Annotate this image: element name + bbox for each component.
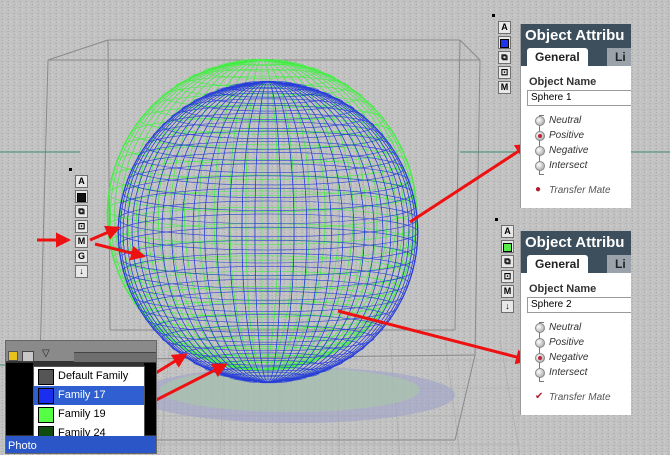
radio-icon bbox=[535, 146, 545, 156]
radio-label: Neutral bbox=[549, 115, 582, 126]
boolean-mode-group: Neutral Positive Negative Intersect bbox=[535, 113, 631, 175]
radio-label: Neutral bbox=[549, 322, 582, 333]
radio-label: Intersect bbox=[549, 367, 588, 378]
radio-icon bbox=[535, 116, 545, 126]
target-icon[interactable]: ⊡ bbox=[75, 220, 88, 233]
family-item-default[interactable]: Default Family bbox=[34, 367, 144, 386]
transfer-material-checkbox[interactable]: ✔ Transfer Mate bbox=[535, 392, 631, 404]
object-attributes-panel-1: Object Attribu General Li Object Name Sp… bbox=[520, 24, 631, 208]
radio-label: Negative bbox=[549, 352, 589, 363]
radio-label: Intersect bbox=[549, 160, 588, 171]
tab-lighting[interactable]: Li bbox=[607, 48, 631, 66]
attribute-button[interactable]: A bbox=[501, 225, 514, 238]
toolbar-handle[interactable] bbox=[495, 218, 498, 221]
radio-negative[interactable]: Negative bbox=[535, 350, 631, 365]
dropdown-chevron-icon[interactable]: ▽ bbox=[42, 348, 50, 359]
radio-neutral[interactable]: Neutral bbox=[535, 320, 631, 335]
link-icon[interactable]: ⧉ bbox=[498, 51, 511, 64]
tab-lighting[interactable]: Li bbox=[607, 255, 631, 273]
panel-title: Object Attribu bbox=[521, 231, 631, 253]
family-palette-window: ▽ Default Family Family 17 Family 19 Fam… bbox=[5, 340, 157, 454]
family-item-label: Family 17 bbox=[58, 389, 106, 401]
swatch-green bbox=[503, 243, 512, 252]
link-icon[interactable]: ⧉ bbox=[501, 255, 514, 268]
radio-intersect[interactable]: Intersect bbox=[535, 365, 631, 380]
family-item-label: Default Family bbox=[58, 370, 129, 382]
color-swatch-button[interactable] bbox=[501, 240, 514, 253]
object-toolbar-bottom: A ⧉ ⊡ M ↓ bbox=[495, 218, 514, 315]
radio-selected-icon bbox=[535, 353, 545, 363]
taskbar-label: Photo bbox=[8, 440, 37, 452]
object-name-label: Object Name bbox=[529, 76, 597, 88]
radio-icon bbox=[535, 368, 545, 378]
material-button[interactable]: M bbox=[498, 81, 511, 94]
family-swatch bbox=[38, 388, 54, 404]
color-swatch-button[interactable] bbox=[498, 36, 511, 49]
family-list: Default Family Family 17 Family 19 Famil… bbox=[33, 366, 145, 444]
radio-label: Negative bbox=[549, 145, 589, 156]
tab-general[interactable]: General bbox=[527, 48, 588, 66]
object-attributes-panel-2: Object Attribu General Li Object Name Sp… bbox=[520, 231, 631, 415]
radio-selected-icon bbox=[535, 131, 545, 141]
family-swatch bbox=[38, 369, 54, 385]
target-icon[interactable]: ⊡ bbox=[501, 270, 514, 283]
family-item-17[interactable]: Family 17 bbox=[34, 386, 144, 405]
object-toolbar-left: A ⧉ ⊡ M G ↓ bbox=[69, 168, 88, 280]
shadow-green bbox=[160, 368, 420, 412]
sphere-shadow bbox=[135, 367, 455, 423]
toolbar-handle[interactable] bbox=[492, 14, 495, 17]
radio-icon bbox=[535, 323, 545, 333]
drop-icon[interactable]: ↓ bbox=[501, 300, 514, 313]
tab-bar: General Li bbox=[521, 46, 631, 66]
black-strip bbox=[144, 363, 156, 435]
object-toolbar-top: A ⧉ ⊡ M bbox=[492, 14, 511, 96]
color-swatch-button[interactable] bbox=[75, 190, 88, 203]
family-toolbar: ▽ bbox=[6, 341, 156, 362]
radio-label: Positive bbox=[549, 337, 585, 348]
object-name-input[interactable]: Sphere 1 bbox=[527, 90, 631, 106]
transfer-material-checkbox[interactable]: ● Transfer Mate bbox=[535, 185, 631, 197]
radio-label: Positive bbox=[549, 130, 585, 141]
swatch-black bbox=[77, 193, 86, 202]
transfer-label: Transfer Mate bbox=[549, 392, 611, 403]
material-button[interactable]: M bbox=[501, 285, 514, 298]
checkmark-icon: ✔ bbox=[535, 391, 544, 402]
family-item-19[interactable]: Family 19 bbox=[34, 405, 144, 424]
link-icon[interactable]: ⧉ bbox=[75, 205, 88, 218]
folder-icon[interactable] bbox=[8, 351, 18, 361]
radio-icon bbox=[535, 338, 545, 348]
radio-icon bbox=[535, 161, 545, 171]
tab-bar: General Li bbox=[521, 253, 631, 273]
object-name-label: Object Name bbox=[529, 283, 597, 295]
radio-positive[interactable]: Positive bbox=[535, 335, 631, 350]
family-swatch-icon[interactable] bbox=[22, 351, 34, 362]
radio-neutral[interactable]: Neutral bbox=[535, 113, 631, 128]
material-button[interactable]: M bbox=[75, 235, 88, 248]
toolbar-handle[interactable] bbox=[69, 168, 72, 171]
radio-intersect[interactable]: Intersect bbox=[535, 158, 631, 173]
radio-positive[interactable]: Positive bbox=[535, 128, 631, 143]
swatch-blue bbox=[500, 39, 509, 48]
transfer-label: Transfer Mate bbox=[549, 185, 611, 196]
object-name-input[interactable]: Sphere 2 bbox=[527, 297, 631, 313]
family-item-label: Family 19 bbox=[58, 408, 106, 420]
target-icon[interactable]: ⊡ bbox=[498, 66, 511, 79]
panel-title: Object Attribu bbox=[521, 24, 631, 46]
nav-buttons[interactable] bbox=[74, 352, 156, 362]
attribute-button[interactable]: A bbox=[498, 21, 511, 34]
checkbox-icon: ● bbox=[535, 184, 542, 195]
group-button[interactable]: G bbox=[75, 250, 88, 263]
radio-negative[interactable]: Negative bbox=[535, 143, 631, 158]
boolean-mode-group: Neutral Positive Negative Intersect bbox=[535, 320, 631, 382]
black-strip bbox=[6, 363, 33, 435]
family-swatch bbox=[38, 407, 54, 423]
taskbar-strip: Photo bbox=[6, 436, 156, 453]
drop-icon[interactable]: ↓ bbox=[75, 265, 88, 278]
attribute-button[interactable]: A bbox=[75, 175, 88, 188]
tab-general[interactable]: General bbox=[527, 255, 588, 273]
